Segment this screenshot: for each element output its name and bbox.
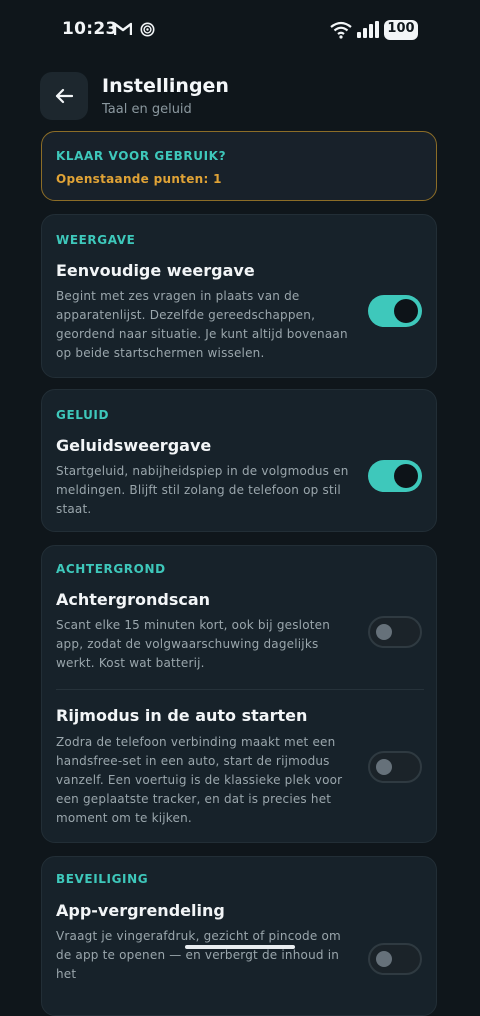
toggle-knob: [376, 759, 392, 775]
setting-description: Begint met zes vragen in plaats van de a…: [56, 289, 348, 360]
back-button[interactable]: [40, 72, 88, 120]
toggle-knob: [394, 299, 418, 323]
setting-title: Achtergrondscan: [56, 590, 211, 609]
ready-status-card[interactable]: KLAAR VOOR GEBRUIK? Openstaande punten: …: [41, 131, 437, 201]
status-bar: 10:23 100: [0, 0, 480, 60]
section-weergave: WEERGAVE Eenvoudige weergave Begint met …: [41, 214, 437, 378]
setting-description: Startgeluid, nabijheidspiep in de volgmo…: [56, 464, 349, 516]
gmail-icon: [114, 22, 132, 35]
page-title: Instellingen: [102, 75, 229, 97]
background-scan-toggle[interactable]: [368, 616, 422, 648]
home-indicator[interactable]: [185, 945, 295, 949]
sound-toggle[interactable]: [368, 460, 422, 492]
battery-level: 100: [387, 21, 415, 36]
setting-title: App-vergrendeling: [56, 901, 225, 920]
ready-title: KLAAR VOOR GEBRUIK?: [56, 149, 227, 163]
section-beveiliging: BEVEILIGING App-vergrendeling Vraagt je …: [41, 856, 437, 1016]
toggle-knob: [376, 951, 392, 967]
section-geluid: GELUID Geluidsweergave Startgeluid, nabi…: [41, 389, 437, 532]
setting-title: Rijmodus in de auto starten: [56, 706, 308, 725]
signal-icon: [357, 21, 379, 38]
section-label: BEVEILIGING: [56, 872, 149, 886]
divider: [56, 689, 424, 690]
setting-description: Zodra de telefoon verbinding maakt met e…: [56, 735, 343, 825]
section-label: ACHTERGROND: [56, 562, 166, 576]
section-achtergrond: ACHTERGROND Achtergrondscan Scant elke 1…: [41, 545, 437, 843]
setting-title: Eenvoudige weergave: [56, 261, 255, 280]
wifi-icon: [330, 21, 352, 39]
simple-view-toggle[interactable]: [368, 295, 422, 327]
open-items-count: Openstaande punten: 1: [56, 172, 222, 186]
setting-description: Vraagt je vingerafdruk, gezicht of pinco…: [56, 929, 341, 981]
status-time: 10:23: [62, 19, 118, 39]
drive-mode-toggle[interactable]: [368, 751, 422, 783]
battery-icon: 100: [384, 20, 418, 40]
arrow-left-icon: [55, 88, 73, 104]
toggle-knob: [394, 464, 418, 488]
app-lock-toggle[interactable]: [368, 943, 422, 975]
setting-description: Scant elke 15 minuten kort, ook bij gesl…: [56, 618, 331, 670]
page-subtitle: Taal en geluid: [102, 102, 192, 117]
section-label: GELUID: [56, 408, 110, 422]
toggle-knob: [376, 624, 392, 640]
setting-title: Geluidsweergave: [56, 436, 212, 455]
app-notification-icon: [140, 22, 155, 37]
section-label: WEERGAVE: [56, 233, 136, 247]
